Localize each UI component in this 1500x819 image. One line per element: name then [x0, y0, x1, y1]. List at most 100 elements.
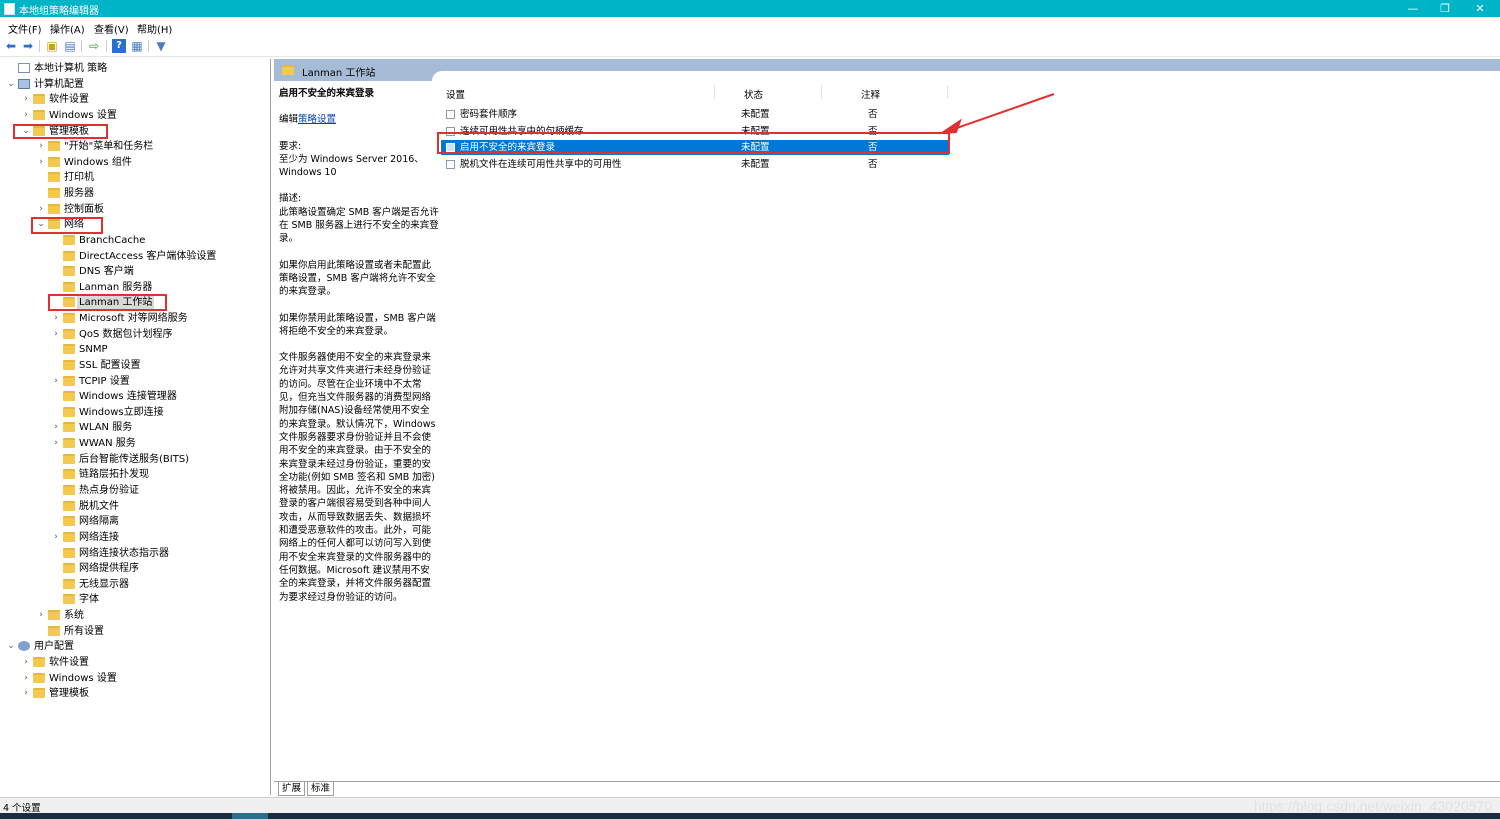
edit-policy-link[interactable]: 策略设置 [298, 114, 336, 125]
details-header: Lanman 工作站 [274, 59, 1500, 81]
folder-icon [33, 109, 45, 120]
setting-name: 脱机文件在连续可用性共享中的可用性 [460, 158, 622, 170]
minimize-button[interactable]: — [1396, 0, 1430, 17]
expand-icon[interactable]: › [36, 155, 46, 170]
tree-node-label: QoS 数据包计划程序 [79, 328, 173, 340]
tree-node-label: 所有设置 [64, 625, 104, 637]
expand-icon[interactable]: › [36, 202, 46, 217]
collapse-icon[interactable]: ⌄ [6, 639, 16, 654]
tree-node-label: 网络连接状态指示器 [79, 547, 169, 559]
toolbar-divider [148, 40, 149, 52]
highlight-box-network [31, 217, 103, 234]
edit-prefix: 编辑 [279, 114, 299, 126]
tree-node-label: 热点身份验证 [79, 485, 139, 496]
column-header-setting[interactable]: 设置 [446, 87, 465, 101]
expand-icon[interactable]: › [51, 374, 61, 389]
up-folder-icon[interactable]: ▣ [45, 39, 59, 53]
tree-node-label: Microsoft 对等网络服务 [79, 313, 188, 325]
tree-node-label: DNS 客户端 [79, 266, 134, 278]
folder-icon [48, 625, 60, 636]
expand-icon[interactable]: › [36, 139, 46, 154]
column-header-comment[interactable]: 注释 [861, 87, 880, 101]
tree-node-label: TCPIP 设置 [79, 375, 130, 387]
menu-file[interactable]: 文件(F) [8, 21, 42, 36]
annotation-arrow-line [953, 93, 1055, 130]
tree-node-label: 无线显示器 [79, 578, 129, 590]
column-divider [821, 85, 822, 99]
description-label: 描述: [279, 193, 302, 205]
tree-node-label: 软件设置 [49, 94, 89, 106]
setting-comment: 否 [868, 158, 878, 170]
tree-pane[interactable]: 本地计算机 策略 ⌄ 计算机配置 › 软件设置 › Windows 设置 ⌄ 管理模板 › "开始"… [0, 59, 271, 795]
expand-icon[interactable]: › [51, 420, 61, 435]
help-icon[interactable]: ? [112, 39, 126, 53]
expand-icon[interactable]: › [21, 655, 31, 670]
toolbar-divider [39, 40, 40, 52]
requirements: 要求: 至少为 Windows Server 2016、Windows 10 [279, 140, 439, 180]
tab-standard[interactable]: 标准 [307, 782, 335, 796]
expand-icon[interactable]: › [21, 686, 31, 701]
expand-icon[interactable]: › [51, 530, 61, 545]
column-header-state[interactable]: 状态 [744, 87, 763, 101]
policy-title: 启用不安全的来宾登录 [279, 88, 375, 99]
folder-icon [63, 391, 75, 402]
folder-icon [48, 172, 60, 183]
collapse-icon[interactable]: ⌄ [6, 77, 16, 92]
folder-icon [63, 469, 75, 480]
folder-icon [63, 438, 75, 449]
export-list-icon[interactable]: ⇨ [87, 39, 101, 53]
title-bar[interactable]: 本地组策略编辑器 — ❐ ✕ [0, 0, 1500, 17]
tree-node-label: BranchCache [79, 234, 146, 246]
folder-icon [63, 422, 75, 433]
tree-node-label: "开始"菜单和任务栏 [64, 141, 154, 153]
tree-node-label: 脱机文件 [79, 500, 119, 512]
tree-node-label: 计算机配置 [34, 78, 84, 90]
show-hide-tree-icon[interactable]: ▤ [63, 39, 77, 53]
menu-view[interactable]: 查看(V) [94, 21, 129, 36]
expand-icon[interactable]: › [21, 671, 31, 686]
setting-row[interactable]: 脱机文件在连续可用性共享中的可用性 未配置 否 [441, 157, 949, 172]
tree-node-label: Windows立即连接 [79, 406, 164, 418]
menu-help[interactable]: 帮助(H) [137, 21, 172, 36]
tree-node-label: DirectAccess 客户端体验设置 [79, 250, 217, 262]
properties-icon[interactable]: ▦ [130, 39, 144, 53]
details-header-title: Lanman 工作站 [302, 68, 376, 79]
menu-action[interactable]: 操作(A) [50, 21, 85, 36]
description-paragraph: 文件服务器使用不安全的来宾登录来允许对共享文件夹进行未经身份验证的访问。尽管在企… [279, 352, 436, 603]
extended-description: 启用不安全的来宾登录 编辑策略设置 要求: 至少为 Windows Server … [279, 87, 439, 617]
expand-icon[interactable]: › [21, 92, 31, 107]
header-notch [432, 71, 1500, 81]
taskbar-strip [0, 813, 1500, 819]
setting-row[interactable]: 密码套件顺序 未配置 否 [441, 107, 949, 122]
tree-node-label: 系统 [64, 610, 84, 622]
expand-icon[interactable]: › [21, 108, 31, 123]
close-button[interactable]: ✕ [1463, 0, 1497, 17]
setting-state: 未配置 [741, 158, 770, 170]
tree-node-label: 管理模板 [49, 688, 89, 700]
user-icon [18, 641, 30, 652]
expand-icon[interactable]: › [36, 608, 46, 623]
folder-icon [63, 531, 75, 542]
back-icon[interactable]: ⬅ [4, 39, 18, 53]
maximize-button[interactable]: ❐ [1428, 0, 1462, 17]
details-pane: Lanman 工作站 启用不安全的来宾登录 编辑策略设置 要求: 至少为 Wind… [274, 59, 1500, 796]
window-title: 本地组策略编辑器 [19, 6, 99, 17]
tree-node-label: WLAN 服务 [79, 422, 133, 434]
setting-icon [446, 110, 455, 119]
folder-icon [33, 94, 45, 105]
taskbar-active-item[interactable] [232, 813, 268, 819]
column-divider [714, 85, 715, 99]
expand-icon[interactable]: › [51, 311, 61, 326]
filter-icon[interactable]: ▼ [154, 39, 168, 53]
policy-icon [18, 63, 30, 73]
folder-icon [63, 313, 75, 324]
description-paragraph: 此策略设置确定 SMB 客户端是否允许在 SMB 服务器上进行不安全的来宾登录。 [279, 206, 439, 245]
tab-extended[interactable]: 扩展 [278, 782, 306, 796]
view-tabs: 扩展 标准 [274, 781, 1500, 796]
forward-icon[interactable]: ➡ [21, 39, 35, 53]
tree-node-label: SNMP [79, 344, 108, 356]
expand-icon[interactable]: › [51, 436, 61, 451]
expand-icon[interactable]: › [51, 327, 61, 342]
tree-node-label: Windows 设置 [49, 109, 117, 121]
setting-state: 未配置 [741, 109, 770, 120]
